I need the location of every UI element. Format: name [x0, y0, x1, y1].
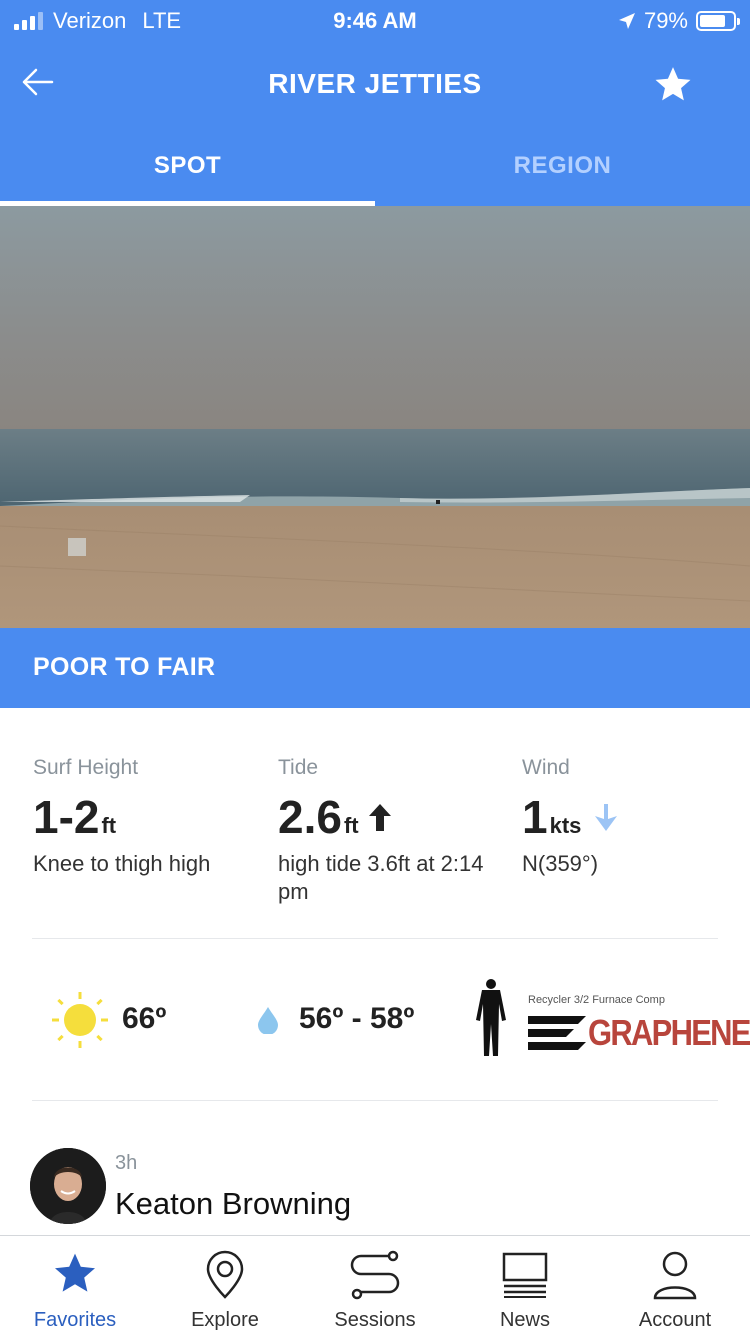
route-icon — [350, 1250, 400, 1300]
arrow-up-icon — [368, 804, 391, 831]
tide-label: Tide — [278, 756, 319, 779]
map-pin-icon — [206, 1250, 244, 1299]
user-icon — [653, 1251, 697, 1300]
sun-icon — [52, 992, 108, 1048]
sponsor-brand: GRAPHENE — [588, 1012, 750, 1053]
surf-height-unit: ft — [101, 813, 117, 838]
tab-region[interactable]: REGION — [375, 128, 750, 206]
tab-spot[interactable]: SPOT — [0, 128, 375, 206]
nav-account-label: Account — [638, 1309, 712, 1331]
status-bar: Verizon LTE 9:46 AM 79% — [0, 0, 750, 44]
billabong-logo-icon — [528, 1016, 586, 1050]
nav-favorites[interactable]: Favorites — [0, 1236, 150, 1334]
surf-cam-image[interactable] — [0, 206, 750, 628]
wind-stat[interactable]: Wind 1 kts N(359°) — [522, 756, 619, 878]
surf-height-value: 1-2 — [33, 791, 100, 843]
wetsuit-icon[interactable] — [472, 978, 510, 1060]
battery-percent: 79% — [643, 8, 688, 33]
sponsor-logo[interactable]: GRAPHENE — [528, 1012, 750, 1054]
nav-favorites-label: Favorites — [33, 1309, 117, 1331]
favorite-button[interactable] — [652, 64, 694, 106]
nav-explore[interactable]: Explore — [150, 1236, 300, 1334]
nav-news[interactable]: News — [450, 1236, 600, 1334]
nav-bar: RIVER JETTIES — [0, 44, 750, 128]
tide-value: 2.6 — [278, 791, 342, 843]
air-temperature: 66º — [122, 1002, 167, 1035]
bottom-nav: Favorites Explore Sessions News Account — [0, 1235, 750, 1334]
divider — [32, 1100, 718, 1101]
tide-desc: high tide 3.6ft at 2:14 pm — [278, 851, 484, 904]
water-drop-icon — [258, 1007, 278, 1034]
location-arrow-icon — [618, 13, 635, 29]
star-icon — [655, 67, 691, 101]
wind-value: 1 — [522, 791, 548, 843]
nav-sessions-label: Sessions — [334, 1309, 416, 1331]
tab-bar: SPOT REGION — [0, 128, 750, 206]
surf-height-desc: Knee to thigh high — [33, 851, 211, 876]
tide-stat[interactable]: Tide 2.6 ft high tide 3.6ft at 2:14 pm — [278, 756, 488, 906]
nav-sessions[interactable]: Sessions — [300, 1236, 450, 1334]
header-bar: Verizon LTE 9:46 AM 79% RIVER JETTIES SP… — [0, 0, 750, 206]
forecaster-name[interactable]: Keaton Browning — [115, 1186, 351, 1222]
surf-height-label: Surf Height — [33, 756, 139, 779]
wind-label: Wind — [522, 756, 570, 779]
wind-unit: kts — [549, 813, 582, 838]
nav-explore-label: Explore — [191, 1309, 259, 1331]
divider — [32, 938, 718, 939]
tide-unit: ft — [343, 813, 359, 838]
nav-account[interactable]: Account — [600, 1236, 750, 1334]
surf-height-stat[interactable]: Surf Height 1-2 ft Knee to thigh high — [33, 756, 210, 878]
nav-news-label: News — [499, 1309, 550, 1331]
star-icon — [55, 1253, 95, 1292]
newspaper-icon — [502, 1252, 548, 1298]
battery-icon — [696, 11, 740, 31]
report-time: 3h — [115, 1152, 138, 1174]
page-title: RIVER JETTIES — [268, 68, 482, 99]
arrow-down-icon — [595, 804, 618, 831]
sponsor-product: Recycler 3/2 Furnace Comp — [528, 994, 665, 1006]
avatar[interactable] — [30, 1148, 106, 1224]
water-temperature: 56º - 58º — [299, 1002, 415, 1035]
wind-desc: N(359°) — [522, 851, 599, 876]
condition-banner: POOR TO FAIR — [0, 628, 750, 708]
